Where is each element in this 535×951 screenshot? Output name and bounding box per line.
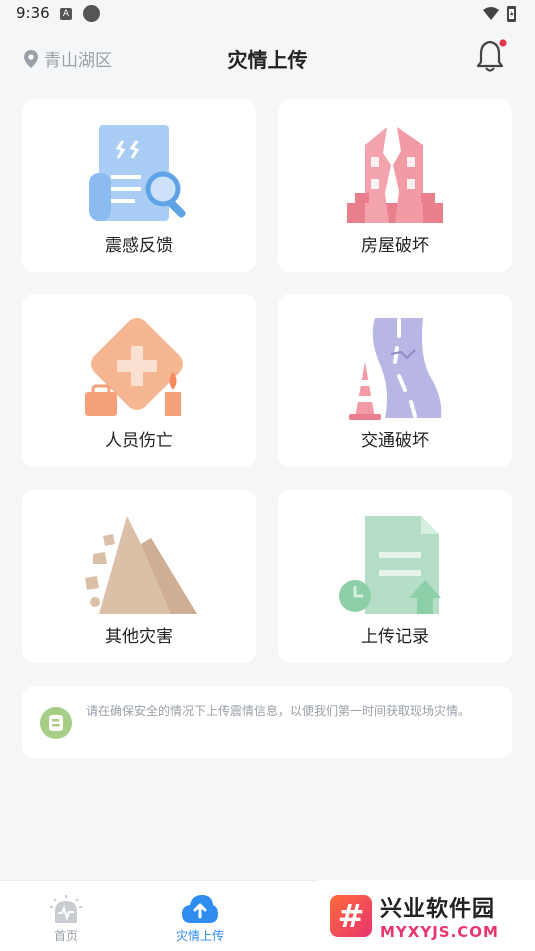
cracked-road-icon xyxy=(278,318,512,422)
cloud-upload-icon xyxy=(182,895,218,923)
notification-a-icon: A xyxy=(60,8,72,20)
card-label: 其他灾害 xyxy=(105,627,173,647)
card-label: 上传记录 xyxy=(361,627,429,647)
tab-home[interactable]: 首页 xyxy=(26,891,106,944)
tab-label: 首页 xyxy=(53,929,78,943)
card-quake-feedback[interactable]: 震感反馈 xyxy=(22,99,256,272)
page-title: 灾情上传 xyxy=(227,48,308,72)
bell-icon xyxy=(476,39,507,72)
card-traffic-damage[interactable]: 交通破坏 xyxy=(278,294,512,467)
card-label: 交通破坏 xyxy=(361,431,429,451)
status-bar: 9:36 A xyxy=(0,0,535,28)
document-upload-icon xyxy=(278,514,512,618)
notice-badge-icon xyxy=(40,707,72,739)
card-other-disaster[interactable]: 其他灾害 xyxy=(22,490,256,663)
card-house-damage[interactable]: 房屋破坏 xyxy=(278,99,512,272)
card-label: 房屋破坏 xyxy=(361,236,429,256)
card-upload-records[interactable]: 上传记录 xyxy=(278,490,512,663)
watermark-cn: 兴业软件园 xyxy=(380,896,496,922)
notification-button[interactable] xyxy=(475,38,509,78)
card-label: 人员伤亡 xyxy=(105,431,173,451)
landslide-icon xyxy=(22,514,256,618)
wifi-icon xyxy=(483,7,499,20)
tab-label: 灾情上传 xyxy=(175,929,224,943)
alarm-siren-icon xyxy=(50,895,82,923)
safety-notice: 请在确保安全的情况下上传震情信息，以便我们第一时间获取现场灾情。 xyxy=(22,686,512,758)
card-casualties[interactable]: 人员伤亡 xyxy=(22,294,256,467)
watermark-text: 兴业软件园 MYXYJS.COM xyxy=(380,891,499,941)
system-status-icons xyxy=(481,5,521,27)
watermark-banner: # 兴业软件园 MYXYJS.COM xyxy=(318,880,535,951)
card-label: 震感反馈 xyxy=(105,236,173,256)
notification-dot-icon xyxy=(83,5,100,22)
watermark-en: MYXYJS.COM xyxy=(380,922,499,941)
unread-badge xyxy=(499,39,507,47)
newspaper-search-icon xyxy=(22,123,256,227)
hash-logo-icon: # xyxy=(330,894,372,937)
cracked-building-icon xyxy=(278,123,512,227)
app-header: 青山湖区 灾情上传 xyxy=(0,30,535,86)
tab-upload[interactable]: 灾情上传 xyxy=(160,891,240,944)
first-aid-icon xyxy=(22,318,256,422)
notice-text: 请在确保安全的情况下上传震情信息，以便我们第一时间获取现场灾情。 xyxy=(86,704,471,718)
status-time: 9:36 xyxy=(16,4,50,22)
